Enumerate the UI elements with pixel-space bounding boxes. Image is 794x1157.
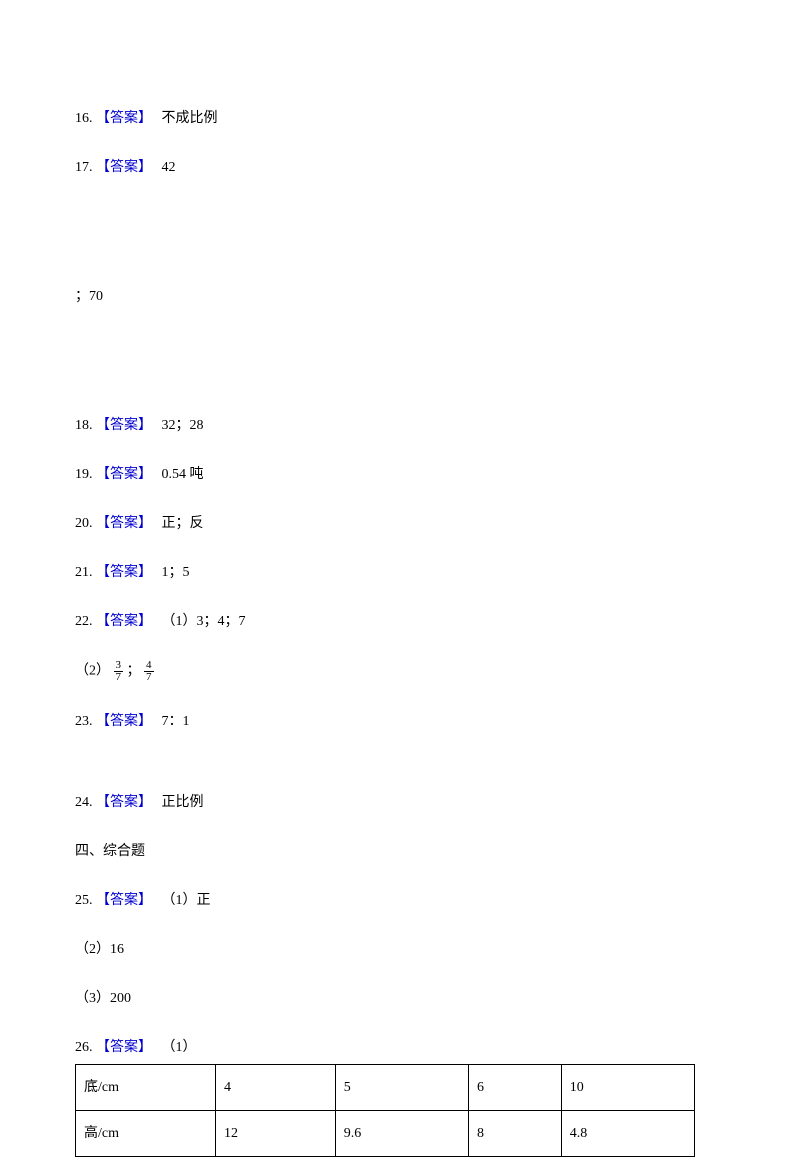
answer-text: （1）3；4；7 [162, 614, 246, 629]
table-cell: 10 [561, 1065, 694, 1111]
answer-text: ；70 [75, 289, 103, 304]
question-number: 26. [75, 1040, 93, 1055]
answer-text: 32；28 [162, 418, 204, 433]
table-cell: 4 [216, 1065, 336, 1111]
answer-text: （2）16 [75, 942, 124, 957]
answer-text: 7：1 [162, 714, 190, 729]
spacer [75, 206, 719, 286]
answer-22-part2: （2） 3 7 ； 4 7 [75, 660, 719, 683]
question-number: 25. [75, 893, 93, 908]
answer-20: 20. 【答案】 正；反 [75, 513, 719, 534]
answer-22: 22. 【答案】 （1）3；4；7 [75, 611, 719, 632]
denominator: 7 [144, 672, 154, 683]
table-cell: 12 [216, 1111, 336, 1157]
fraction-4-7: 4 7 [144, 660, 154, 683]
answer-label: 【答案】 [96, 111, 152, 126]
separator: ； [127, 664, 141, 679]
section-4-header: 四、综合题 [75, 841, 719, 862]
answer-16: 16. 【答案】 不成比例 [75, 108, 719, 129]
question-number: 21. [75, 565, 93, 580]
answer-23: 23. 【答案】 7：1 [75, 711, 719, 732]
answer-label: 【答案】 [96, 714, 152, 729]
answer-17: 17. 【答案】 42 [75, 157, 719, 178]
answer-17-cont: ；70 [75, 286, 719, 307]
answer-label: 【答案】 [96, 893, 152, 908]
question-number: 17. [75, 160, 93, 175]
answer-text: 不成比例 [162, 111, 218, 126]
question-number: 24. [75, 795, 93, 810]
table-cell: 8 [469, 1111, 562, 1157]
question-number: 23. [75, 714, 93, 729]
answer-text: 正；反 [162, 516, 204, 531]
spacer [75, 335, 719, 415]
answer-text: （1）正 [162, 893, 211, 908]
answer-25-part3: （3）200 [75, 988, 719, 1009]
question-number: 22. [75, 614, 93, 629]
answer-text: （1） [162, 1040, 197, 1055]
answer-text: 0.54 吨 [162, 467, 204, 482]
answer-label: 【答案】 [96, 516, 152, 531]
section-title: 四、综合题 [75, 844, 145, 859]
table-row: 高/cm 12 9.6 8 4.8 [76, 1111, 695, 1157]
row-header: 底/cm [76, 1065, 216, 1111]
answer-18: 18. 【答案】 32；28 [75, 415, 719, 436]
answer-label: 【答案】 [96, 418, 152, 433]
answer-text: 1；5 [162, 565, 190, 580]
answer-25: 25. 【答案】 （1）正 [75, 890, 719, 911]
answer-26: 26. 【答案】 （1） [75, 1037, 719, 1058]
table-cell: 6 [469, 1065, 562, 1111]
answer-text: 42 [162, 160, 176, 175]
answer-24: 24. 【答案】 正比例 [75, 792, 719, 813]
answer-label: 【答案】 [96, 614, 152, 629]
fraction-3-7: 3 7 [114, 660, 124, 683]
sub-prefix: （2） [75, 664, 110, 679]
question-number: 16. [75, 111, 93, 126]
table-cell: 5 [335, 1065, 468, 1111]
table-row: 底/cm 4 5 6 10 [76, 1065, 695, 1111]
question-number: 19. [75, 467, 93, 482]
answer-26-table: 底/cm 4 5 6 10 高/cm 12 9.6 8 4.8 [75, 1064, 695, 1157]
answer-text: （3）200 [75, 991, 131, 1006]
table-cell: 4.8 [561, 1111, 694, 1157]
answer-25-part2: （2）16 [75, 939, 719, 960]
table-cell: 9.6 [335, 1111, 468, 1157]
answer-label: 【答案】 [96, 160, 152, 175]
answer-text: 正比例 [162, 795, 204, 810]
row-header: 高/cm [76, 1111, 216, 1157]
answer-label: 【答案】 [96, 1040, 152, 1055]
question-number: 20. [75, 516, 93, 531]
answer-19: 19. 【答案】 0.54 吨 [75, 464, 719, 485]
answer-21: 21. 【答案】 1；5 [75, 562, 719, 583]
answer-label: 【答案】 [96, 565, 152, 580]
answer-label: 【答案】 [96, 467, 152, 482]
question-number: 18. [75, 418, 93, 433]
denominator: 7 [114, 672, 124, 683]
spacer [75, 760, 719, 792]
answer-label: 【答案】 [96, 795, 152, 810]
